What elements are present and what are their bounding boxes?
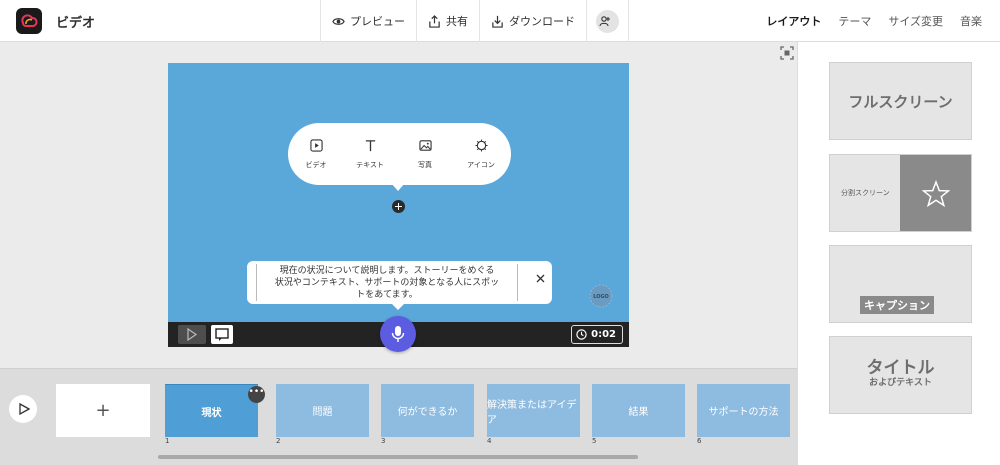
insert-photo-button[interactable]: 写真 xyxy=(400,137,450,170)
scene-number-4: 4 xyxy=(487,437,492,445)
scene-timeline: + 現状 1 ••• 問題 2 何ができるか 3 解決策またはアイデア 4 結果… xyxy=(0,368,797,465)
share-label: 共有 xyxy=(446,15,468,28)
tab-theme[interactable]: テーマ xyxy=(838,13,871,29)
preview-play-button[interactable] xyxy=(178,325,206,344)
download-label: ダウンロード xyxy=(509,15,575,28)
photo-icon xyxy=(418,140,432,151)
star-icon xyxy=(900,155,971,231)
scene-card-5[interactable]: 結果 xyxy=(592,384,685,437)
caption-close-button[interactable] xyxy=(535,269,546,283)
scene-card-6[interactable]: サポートの方法 xyxy=(697,384,790,437)
layout-caption-label: キャプション xyxy=(860,296,934,314)
caption-box[interactable]: 現在の状況について説明します。ストーリーをめぐる 状況やコンテキスト、サポートの… xyxy=(247,261,552,304)
download-icon xyxy=(492,15,503,28)
video-icon xyxy=(309,139,323,152)
insert-video-button[interactable]: ビデオ xyxy=(291,137,341,170)
layout-panel: フルスクリーン 分割スクリーン キャプション タイトル およびテキスト xyxy=(797,42,1000,465)
insert-icon-button[interactable]: アイコン xyxy=(456,137,506,170)
scene-number-6: 6 xyxy=(697,437,702,445)
scene-card-4[interactable]: 解決策またはアイデア xyxy=(487,384,580,437)
scene-card-3[interactable]: 何ができるか xyxy=(381,384,474,437)
insert-content-bubble: ビデオ テキスト 写真 アイコン xyxy=(288,123,511,185)
caption-line-1: 現在の状況について説明します。ストーリーをめぐる xyxy=(279,266,495,276)
add-user-icon xyxy=(596,9,619,33)
share-button[interactable]: 共有 xyxy=(416,0,479,42)
layout-split-label: 分割スクリーン xyxy=(841,189,890,197)
caption-toggle-button[interactable] xyxy=(211,325,233,344)
caption-icon xyxy=(215,328,229,341)
record-voice-button[interactable] xyxy=(380,316,416,352)
preview-button[interactable]: プレビュー xyxy=(320,0,416,42)
tab-layout[interactable]: レイアウト xyxy=(766,13,821,29)
layout-caption-card[interactable]: キャプション xyxy=(829,245,972,323)
layout-title-sub-label: およびテキスト xyxy=(869,378,932,388)
caption-line-3: トをあてます。 xyxy=(356,290,418,300)
scene-more-button[interactable]: ••• xyxy=(248,386,265,403)
caption-line-2: 状況やコンテキスト、サポートの対象となる人にスポッ xyxy=(274,278,500,288)
text-icon xyxy=(365,140,375,152)
scene-card-1[interactable]: 現状 xyxy=(165,384,258,437)
duration-text: 0:02 xyxy=(591,329,616,340)
header-tabs: レイアウト テーマ サイズ変更 音楽 xyxy=(766,0,982,42)
layout-fullscreen-card[interactable]: フルスクリーン xyxy=(829,62,972,140)
preview-label: プレビュー xyxy=(350,15,405,28)
scene-number-5: 5 xyxy=(592,437,597,445)
add-scene-button[interactable]: + xyxy=(56,384,150,437)
duration-button[interactable]: 0:02 xyxy=(571,325,623,344)
layout-title-label: タイトル xyxy=(866,358,935,378)
download-button[interactable]: ダウンロード xyxy=(479,0,586,42)
insert-text-label: テキスト xyxy=(356,161,384,169)
top-actions: プレビュー 共有 ダウンロード xyxy=(320,0,629,42)
scene-number-3: 3 xyxy=(381,437,386,445)
play-icon xyxy=(187,327,198,342)
slide-canvas[interactable]: ビデオ テキスト 写真 アイコン 現在の状況について説明します。ストーリーをめぐ… xyxy=(168,63,629,322)
play-icon xyxy=(19,403,30,415)
top-bar: ビデオ プレビュー 共有 ダウンロード レイアウト テーマ サイズ変更 音楽 xyxy=(0,0,1000,42)
insert-icon-label: アイコン xyxy=(467,161,495,169)
logo-text: LOGO xyxy=(593,294,609,300)
close-icon xyxy=(536,274,545,283)
scene-card-2[interactable]: 問題 xyxy=(276,384,369,437)
scene-number-1: 1 xyxy=(165,437,170,445)
creative-cloud-logo-icon xyxy=(16,8,42,34)
add-media-button[interactable] xyxy=(392,200,405,213)
tab-resize[interactable]: サイズ変更 xyxy=(888,13,943,29)
caption-tail xyxy=(392,304,404,310)
eye-icon xyxy=(332,17,345,25)
layout-title-card[interactable]: タイトル およびテキスト xyxy=(829,336,972,414)
bubble-tail xyxy=(391,183,405,191)
insert-video-label: ビデオ xyxy=(305,161,327,169)
expand-icon xyxy=(780,46,794,60)
microphone-icon xyxy=(391,326,405,342)
clock-icon xyxy=(576,329,587,340)
caption-text[interactable]: 現在の状況について説明します。ストーリーをめぐる 状況やコンテキスト、サポートの… xyxy=(256,264,518,301)
layout-split-card[interactable]: 分割スクリーン xyxy=(829,154,972,232)
tab-music[interactable]: 音楽 xyxy=(960,13,982,29)
invite-button[interactable] xyxy=(586,0,629,42)
fullscreen-expand-button[interactable] xyxy=(780,45,794,60)
app-title: ビデオ xyxy=(56,16,96,31)
timeline-scrollbar[interactable] xyxy=(158,455,638,459)
icon-icon xyxy=(474,139,488,152)
insert-photo-label: 写真 xyxy=(418,161,432,169)
play-video-button[interactable] xyxy=(9,395,37,423)
share-icon xyxy=(429,14,440,28)
insert-text-button[interactable]: テキスト xyxy=(345,137,395,170)
logo-badge[interactable]: LOGO xyxy=(588,283,614,309)
scene-number-2: 2 xyxy=(276,437,281,445)
